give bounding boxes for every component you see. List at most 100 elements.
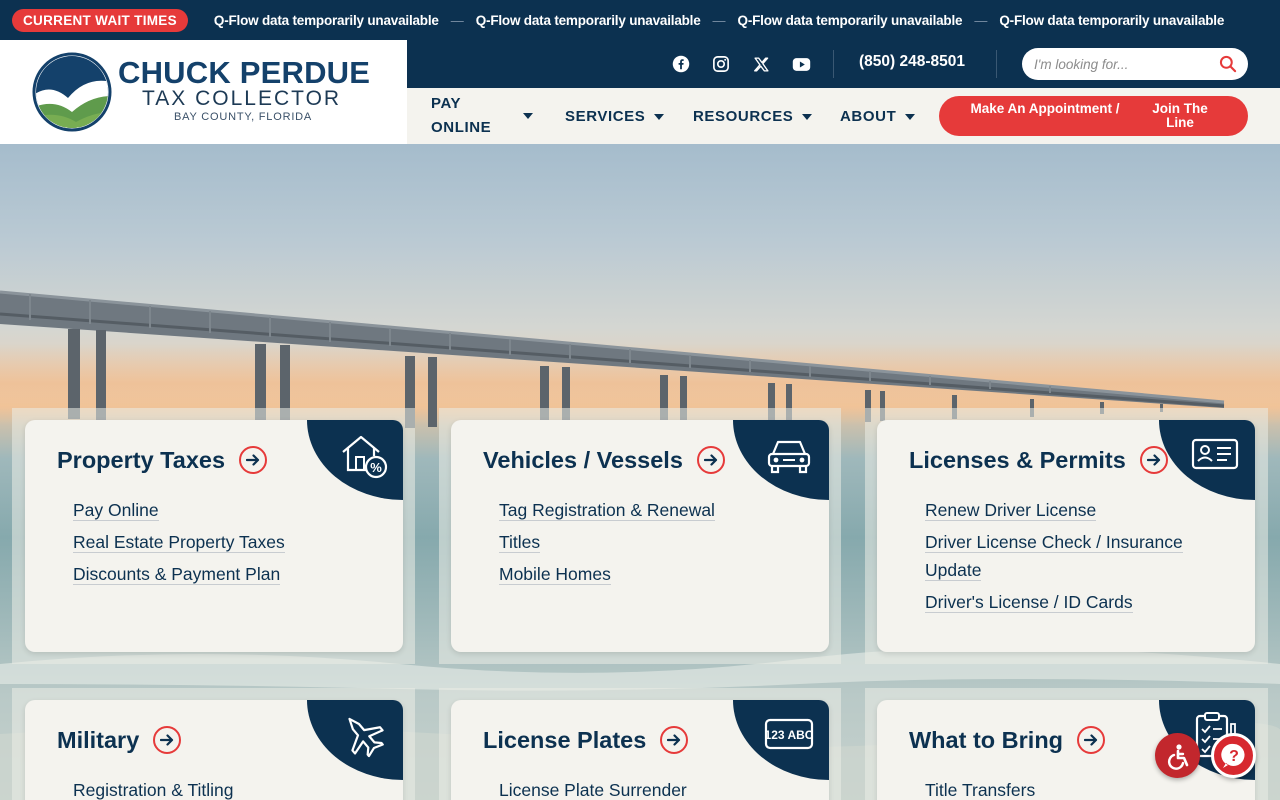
phone-number-link[interactable]: (850) 248-8501 [859, 53, 965, 71]
card-link[interactable]: Discounts & Payment Plan [73, 560, 373, 588]
house-percent-icon: % [342, 435, 388, 479]
license-plate-icon: 123 ABC [765, 718, 814, 750]
card-corner: 123 ABC [733, 700, 829, 780]
card-title-link[interactable]: License Plates [483, 726, 689, 754]
facebook-icon[interactable] [670, 53, 692, 75]
card-link-label: Driver License Check / Insurance Update [925, 532, 1183, 581]
card-title: Military [57, 726, 140, 753]
nav-label: ONLINE [431, 119, 492, 136]
instagram-icon[interactable] [710, 53, 732, 75]
nav-label: SERVICES [565, 108, 646, 125]
help-chat-button[interactable]: ? [1211, 733, 1256, 778]
nav-about[interactable]: ABOUT [840, 108, 916, 125]
card-link-label: Pay Online [73, 500, 159, 521]
appointment-button: Make An Appointment / Join The Line [939, 96, 1248, 136]
card-link-label: Titles [499, 532, 541, 553]
help-bubble-icon: ? [1220, 743, 1245, 768]
divider [833, 50, 834, 78]
card-corner [733, 420, 829, 500]
card-link-label: Real Estate Property Taxes [73, 532, 285, 553]
search-input[interactable] [1034, 48, 1214, 80]
card-link[interactable]: Renew Driver License [925, 496, 1225, 524]
card-link[interactable]: License Plate Surrender [499, 776, 799, 800]
ticker-message: Q-Flow data temporarily unavailable [999, 12, 1225, 28]
nav-label: ABOUT [840, 108, 897, 125]
youtube-icon[interactable] [790, 53, 812, 75]
card-link[interactable]: Driver's License / ID Cards [925, 588, 1225, 616]
nav-label: RESOURCES [693, 108, 794, 125]
arrow-right-icon [153, 726, 182, 754]
arrow-right-icon [239, 446, 268, 474]
car-icon [767, 440, 811, 474]
card-link-label: Tag Registration & Renewal [499, 500, 715, 521]
card-link-label: Mobile Homes [499, 564, 611, 585]
card-link-label: Renew Driver License [925, 500, 1097, 521]
card-property-taxes: % Property Taxes Pay Online Real Estate … [25, 420, 403, 652]
join-the-line-link[interactable]: Join The Line [1143, 102, 1217, 130]
card-link-label: Driver's License / ID Cards [925, 592, 1133, 613]
card-link-list: License Plate Surrender [499, 776, 799, 800]
card-link-list: Tag Registration & Renewal Titles Mobile… [499, 496, 799, 592]
card-link[interactable]: Driver License Check / Insurance Update [925, 528, 1225, 584]
card-link[interactable]: Title Transfers [925, 776, 1225, 800]
card-link-label: License Plate Surrender [499, 780, 687, 800]
card-link[interactable]: Real Estate Property Taxes [73, 528, 373, 556]
nav-pay-online[interactable]: PAY ONLINE [431, 92, 533, 140]
ticker-separator: — [974, 12, 988, 28]
svg-text:%: % [370, 460, 382, 475]
plate-text: 123 ABC [765, 728, 814, 742]
logo-emblem-icon [32, 52, 112, 132]
x-icon[interactable] [750, 53, 772, 75]
card-title: Vehicles / Vessels [483, 446, 683, 473]
card-license-plates: 123 ABC License Plates License Plate Sur… [451, 700, 829, 800]
card-title-link[interactable]: Licenses & Permits [909, 446, 1168, 474]
card-link-list: Title Transfers [925, 776, 1225, 800]
ticker-track: Q-Flow data temporarily unavailable — Q-… [214, 13, 1224, 28]
logo-name: CHUCK PERDUE [118, 55, 371, 90]
card-link-label: Title Transfers [925, 780, 1036, 800]
card-link[interactable]: Titles [499, 528, 799, 556]
logo-link[interactable]: CHUCK PERDUE TAX COLLECTOR BAY COUNTY, F… [0, 40, 407, 144]
card-title-link[interactable]: Property Taxes [57, 446, 268, 474]
main-nav: PAY ONLINE SERVICES RESOURCES ABOUT Make… [407, 88, 1280, 144]
utility-bar: (850) 248-8501 [407, 40, 1280, 88]
jet-icon [348, 717, 384, 758]
caret-down-icon [905, 113, 916, 120]
ticker-message: Q-Flow data temporarily unavailable [475, 12, 701, 28]
accessibility-icon [1167, 743, 1188, 770]
card-link-label: Registration & Titling [73, 780, 234, 800]
card-link[interactable]: Tag Registration & Renewal [499, 496, 799, 524]
caret-down-icon [654, 113, 665, 120]
card-link-label: Discounts & Payment Plan [73, 564, 281, 585]
card-vehicles-vessels: Vehicles / Vessels Tag Registration & Re… [451, 420, 829, 652]
nav-resources[interactable]: RESOURCES [693, 108, 813, 125]
card-link-list: Renew Driver License Driver License Chec… [925, 496, 1225, 620]
divider [996, 50, 997, 78]
card-link-list: Pay Online Real Estate Property Taxes Di… [73, 496, 373, 592]
search-icon[interactable] [1218, 54, 1238, 74]
card-link[interactable]: Pay Online [73, 496, 373, 524]
arrow-right-icon [1139, 446, 1168, 474]
id-card-icon [1191, 438, 1239, 470]
ticker-message: Q-Flow data temporarily unavailable [737, 12, 963, 28]
accessibility-button[interactable] [1155, 733, 1200, 778]
card-title: Licenses & Permits [909, 446, 1126, 473]
card-link[interactable]: Mobile Homes [499, 560, 799, 588]
arrow-right-icon [1077, 726, 1106, 754]
card-title-link[interactable]: Vehicles / Vessels [483, 446, 725, 474]
card-title: License Plates [483, 726, 647, 753]
nav-services[interactable]: SERVICES [565, 108, 665, 125]
logo-subtitle: TAX COLLECTOR [142, 87, 342, 110]
ticker-message: Q-Flow data temporarily unavailable [213, 12, 439, 28]
card-corner [307, 700, 403, 780]
card-title: What to Bring [909, 726, 1064, 753]
current-wait-times-badge[interactable]: CURRENT WAIT TIMES [12, 8, 188, 32]
card-licenses-permits: Licenses & Permits Renew Driver License … [877, 420, 1255, 652]
caret-down-icon [523, 113, 533, 119]
card-title-link[interactable]: Military [57, 726, 182, 754]
card-link[interactable]: Registration & Titling [73, 776, 373, 800]
svg-text:?: ? [1229, 748, 1239, 765]
make-appointment-link[interactable]: Make An Appointment / [967, 102, 1123, 116]
card-title-link[interactable]: What to Bring [909, 726, 1106, 754]
ticker-separator: — [450, 12, 464, 28]
